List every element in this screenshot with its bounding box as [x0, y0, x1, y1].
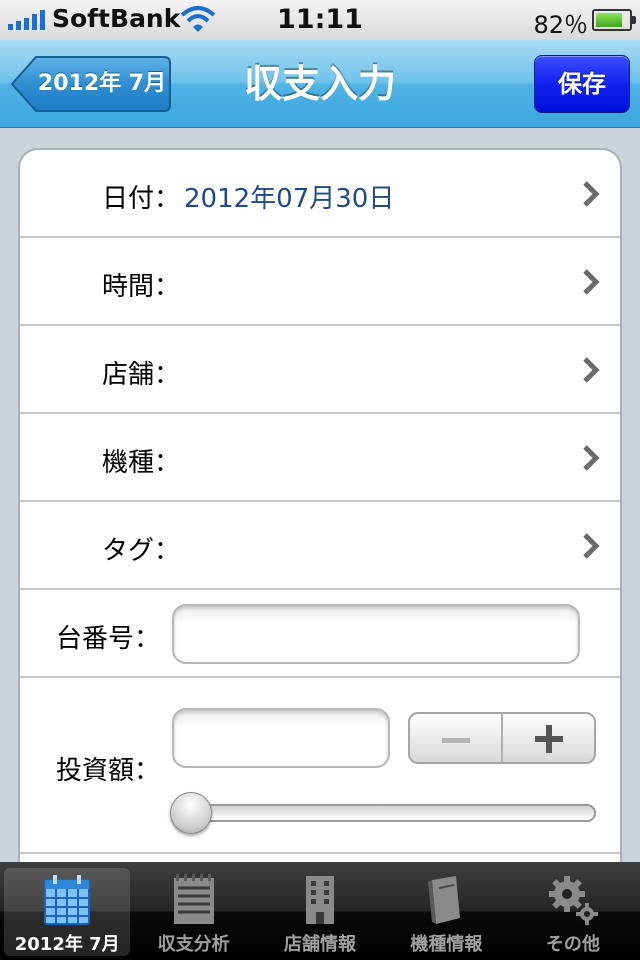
- calendar-icon: [44, 875, 91, 925]
- back-button[interactable]: 2012年 7月: [10, 55, 172, 113]
- machine-number-row: 台番号：: [20, 590, 620, 678]
- time-row[interactable]: 時間：: [20, 238, 620, 326]
- notepad-icon: [173, 874, 214, 924]
- machine-number-input[interactable]: [172, 604, 580, 664]
- store-row[interactable]: 店舗：: [20, 326, 620, 414]
- investment-slider[interactable]: [178, 804, 596, 822]
- investment-label: 投資額：: [55, 756, 160, 786]
- machine-number-label: 台番号：: [55, 624, 160, 654]
- book-icon: [428, 876, 461, 924]
- save-button[interactable]: 保存: [534, 55, 630, 113]
- tab-machine-info[interactable]: 機種情報: [383, 868, 509, 956]
- battery-fill: [596, 13, 623, 27]
- gears-icon: [548, 876, 598, 925]
- investment-row: 投資額：: [20, 678, 620, 854]
- time-label: 時間：: [101, 272, 180, 302]
- chevron-right-icon: [583, 445, 600, 471]
- date-row[interactable]: 日付： 2012年07月30日: [20, 150, 620, 238]
- chevron-right-icon: [583, 181, 600, 207]
- chevron-right-icon: [583, 533, 600, 559]
- tab-label: 2012年 7月: [14, 934, 120, 955]
- increment-button[interactable]: [501, 714, 594, 762]
- app-screen: SoftBank 11:11 82％ 収支入力 2012年 7月 保存 日付： …: [0, 0, 640, 960]
- slider-thumb[interactable]: [170, 792, 212, 834]
- tab-store-info[interactable]: 店舗情報: [257, 868, 383, 956]
- building-icon: [306, 876, 335, 924]
- navigation-bar: 収支入力 2012年 7月 保存: [0, 40, 640, 128]
- tab-other[interactable]: その他: [510, 868, 636, 956]
- date-value: 2012年07月30日: [184, 184, 395, 214]
- tab-calendar[interactable]: 2012年 7月: [4, 868, 131, 956]
- tag-row[interactable]: タグ：: [20, 502, 620, 590]
- income-expense-form: 日付： 2012年07月30日 時間： 店舗： 機種： タグ： 台番号： 投資額…: [18, 148, 622, 908]
- machine-row[interactable]: 機種：: [20, 414, 620, 502]
- tab-label: その他: [545, 934, 600, 955]
- tab-label: 機種情報: [410, 934, 483, 955]
- machine-label: 機種：: [101, 448, 180, 478]
- tab-bar: 2012年 7月 収支分析 店舗情報 機種情報 その他: [0, 862, 640, 960]
- chevron-right-icon: [583, 269, 600, 295]
- investment-stepper[interactable]: [408, 712, 596, 764]
- battery-percentage: 82％: [533, 11, 588, 39]
- date-label: 日付：: [101, 184, 180, 214]
- chevron-right-icon: [583, 357, 600, 383]
- tab-label: 収支分析: [157, 934, 230, 955]
- tab-label: 店舗情報: [284, 934, 357, 955]
- battery-icon: [592, 9, 636, 31]
- investment-input[interactable]: [172, 708, 390, 768]
- tag-label: タグ：: [101, 536, 180, 566]
- tab-analysis[interactable]: 収支分析: [130, 868, 256, 956]
- status-bar: SoftBank 11:11 82％: [0, 0, 640, 40]
- back-button-label: 2012年 7月: [37, 71, 167, 96]
- store-label: 店舗：: [101, 360, 180, 390]
- decrement-button[interactable]: [410, 714, 501, 762]
